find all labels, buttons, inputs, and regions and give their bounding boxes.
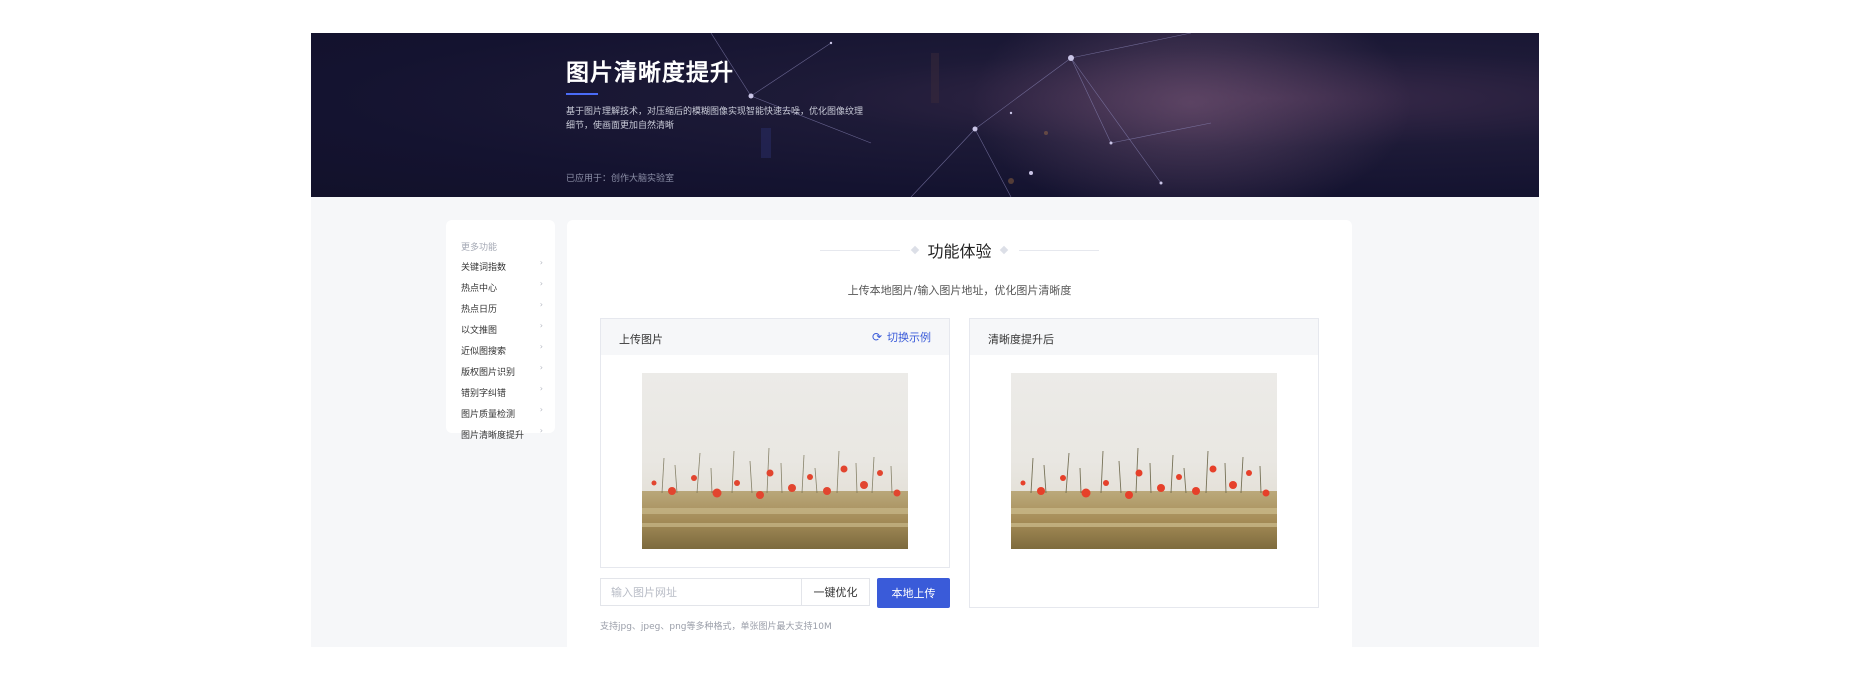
network-background-decoration (710, 33, 1411, 197)
sidebar-item-label: 错别字纠错 (461, 389, 507, 399)
sidebar-item-image-quality-check[interactable]: 图片质量检测 › (461, 405, 543, 427)
banner: 图片清晰度提升 基于图片理解技术，对压缩后的模糊图像实现智能快速去噪，优化图像纹… (311, 33, 1539, 197)
result-panel-header: 清晰度提升后 (970, 319, 1318, 355)
sidebar-item-copyright-image-recognition[interactable]: 版权图片识别 › (461, 363, 543, 385)
chevron-right-icon: › (539, 279, 543, 288)
sidebar-title: 更多功能 (461, 243, 498, 253)
chevron-right-icon: › (539, 321, 543, 330)
image-url-input[interactable] (600, 578, 801, 606)
upload-panel-title: 上传图片 (619, 333, 663, 346)
chevron-right-icon: › (539, 300, 543, 309)
applied-to-text: 已应用于：创作大脑实验室 (566, 174, 675, 184)
sidebar-item-label: 关键词指数 (461, 263, 507, 273)
chevron-right-icon: › (539, 342, 543, 351)
sidebar-item-label: 图片清晰度提升 (461, 431, 525, 441)
sidebar-item-typo-correction[interactable]: 错别字纠错 › (461, 384, 543, 406)
chevron-right-icon: › (539, 258, 543, 267)
section-subtitle: 上传本地图片/输入图片地址，优化图片清晰度 (847, 284, 1072, 297)
page-title: 图片清晰度提升 (566, 60, 734, 86)
result-panel: 清晰度提升后 (969, 318, 1319, 608)
one-click-optimize-button[interactable]: 一键优化 (801, 578, 870, 606)
sidebar-item-hot-center[interactable]: 热点中心 › (461, 279, 543, 301)
sidebar-item-label: 版权图片识别 (461, 368, 516, 378)
sidebar-item-similar-image-search[interactable]: 近似图搜索 › (461, 342, 543, 364)
sidebar: 更多功能 关键词指数 › 热点中心 › 热点日历 › 以文推图 › 近似图搜索 … (446, 220, 555, 441)
page-frame: 图片清晰度提升 基于图片理解技术，对压缩后的模糊图像实现智能快速去噪，优化图像纹… (311, 33, 1539, 647)
title-divider-right (1019, 250, 1099, 251)
switch-sample-button[interactable]: ⟳ 切换示例 (872, 329, 931, 345)
sidebar-item-hot-calendar[interactable]: 热点日历 › (461, 300, 543, 322)
sidebar-item-label: 近似图搜索 (461, 347, 507, 357)
upload-panel: 上传图片 ⟳ 切换示例 (600, 318, 950, 568)
sidebar-item-label: 以文推图 (461, 326, 498, 336)
sidebar-item-label: 图片质量检测 (461, 410, 516, 420)
enhanced-image (1011, 373, 1277, 549)
format-hint: 支持jpg、jpeg、png等多种格式，单张图片最大支持10M (600, 622, 832, 632)
chevron-right-icon: › (539, 405, 543, 414)
upload-panel-header: 上传图片 ⟳ 切换示例 (601, 319, 949, 355)
result-panel-title: 清晰度提升后 (988, 333, 1054, 346)
chevron-right-icon: › (539, 426, 543, 435)
main-panel: 功能体验 上传本地图片/输入图片地址，优化图片清晰度 上传图片 ⟳ 切换示例 清… (567, 220, 1352, 647)
chevron-right-icon: › (539, 384, 543, 393)
sidebar-item-label: 热点日历 (461, 305, 498, 315)
sidebar-item-keyword-index[interactable]: 关键词指数 › (461, 258, 543, 280)
chevron-right-icon: › (539, 363, 543, 372)
feature-description: 基于图片理解技术，对压缩后的模糊图像实现智能快速去噪，优化图像纹理细节，使画面更… (566, 107, 864, 131)
sidebar-item-image-sharpness-enhance[interactable]: 图片清晰度提升 › (461, 426, 543, 448)
uploaded-image (642, 373, 908, 549)
sidebar-item-label: 热点中心 (461, 284, 498, 294)
section-title: 功能体验 (927, 242, 992, 261)
switch-sample-label: 切换示例 (887, 331, 931, 344)
title-underline (566, 93, 598, 95)
refresh-icon: ⟳ (871, 330, 882, 344)
sidebar-item-text-to-image[interactable]: 以文推图 › (461, 321, 543, 343)
local-upload-button[interactable]: 本地上传 (877, 578, 950, 608)
